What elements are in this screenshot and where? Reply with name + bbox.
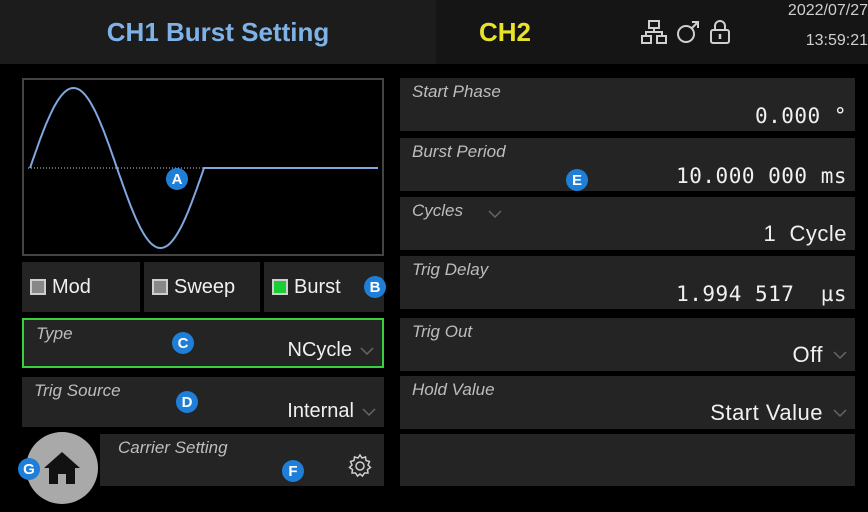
empty-softkey[interactable] <box>400 434 855 486</box>
trig-out-value: Off <box>792 342 823 367</box>
badge-c: C <box>172 332 194 354</box>
mod-checkbox[interactable] <box>30 279 46 295</box>
tab-ch2[interactable]: CH2 <box>436 0 574 64</box>
badge-f: F <box>282 460 304 482</box>
burst-checkbox[interactable] <box>272 279 288 295</box>
sweep-checkbox[interactable] <box>152 279 168 295</box>
trig-delay-field[interactable]: Trig Delay 1.994 517 µs <box>400 256 855 309</box>
cycles-label: Cycles <box>412 201 464 220</box>
cycles-value: 1 Cycle <box>763 221 847 246</box>
time-text: 13:59:21 <box>805 32 868 49</box>
sweep-label: Sweep <box>174 275 236 298</box>
page-title: CH1 Burst Setting <box>106 16 330 47</box>
start-phase-value: 0.000 ° <box>754 104 847 128</box>
type-value: NCycle <box>287 339 352 361</box>
chevron-down-icon <box>362 408 376 417</box>
trig-source-field[interactable]: Trig Source Internal <box>22 377 384 427</box>
trig-source-value: Internal <box>287 400 354 422</box>
hold-value-field[interactable]: Hold Value Start Value <box>400 376 855 429</box>
type-label: Type <box>36 324 73 343</box>
hold-value-value: Start Value <box>710 400 823 425</box>
lock-icon <box>710 20 730 44</box>
trig-delay-label: Trig Delay <box>412 260 489 279</box>
mod-label: Mod <box>52 275 91 298</box>
date-text: 2022/07/27 <box>787 2 868 19</box>
chevron-down-icon <box>833 351 847 360</box>
burst-waveform-graph <box>28 86 378 250</box>
start-phase-field[interactable]: Start Phase 0.000 ° <box>400 78 855 131</box>
home-icon <box>44 452 80 484</box>
chevron-down-icon <box>833 409 847 418</box>
badge-g: G <box>18 458 40 480</box>
start-phase-label: Start Phase <box>412 82 501 101</box>
burst-period-field[interactable]: Burst Period 10.000 000 ms <box>400 138 855 191</box>
chevron-down-icon <box>488 210 502 219</box>
gear-icon <box>348 453 372 478</box>
badge-a: A <box>166 168 188 190</box>
badge-d: D <box>176 391 198 413</box>
trig-source-label: Trig Source <box>34 381 121 400</box>
trig-delay-value: 1.994 517 µs <box>676 282 847 306</box>
trig-out-label: Trig Out <box>412 322 473 341</box>
carrier-setting-label: Carrier Setting <box>118 438 228 457</box>
badge-e: E <box>566 169 588 191</box>
waveform-preview <box>22 78 384 256</box>
chevron-down-icon <box>360 347 374 356</box>
badge-b: B <box>364 276 386 298</box>
sweep-button[interactable]: Sweep <box>144 262 260 312</box>
burst-period-label: Burst Period <box>412 142 506 161</box>
hold-value-label: Hold Value <box>412 380 495 399</box>
mod-button[interactable]: Mod <box>22 262 140 312</box>
burst-label: Burst <box>294 275 341 298</box>
burst-period-value: 10.000 000 ms <box>676 164 847 188</box>
carrier-setting-button[interactable]: Carrier Setting <box>100 434 384 486</box>
network-icon <box>641 20 667 44</box>
type-field[interactable]: Type NCycle <box>22 318 384 368</box>
usb-icon <box>677 21 699 43</box>
cycles-field[interactable]: Cycles 1 Cycle <box>400 197 855 250</box>
trig-out-field[interactable]: Trig Out Off <box>400 318 855 371</box>
